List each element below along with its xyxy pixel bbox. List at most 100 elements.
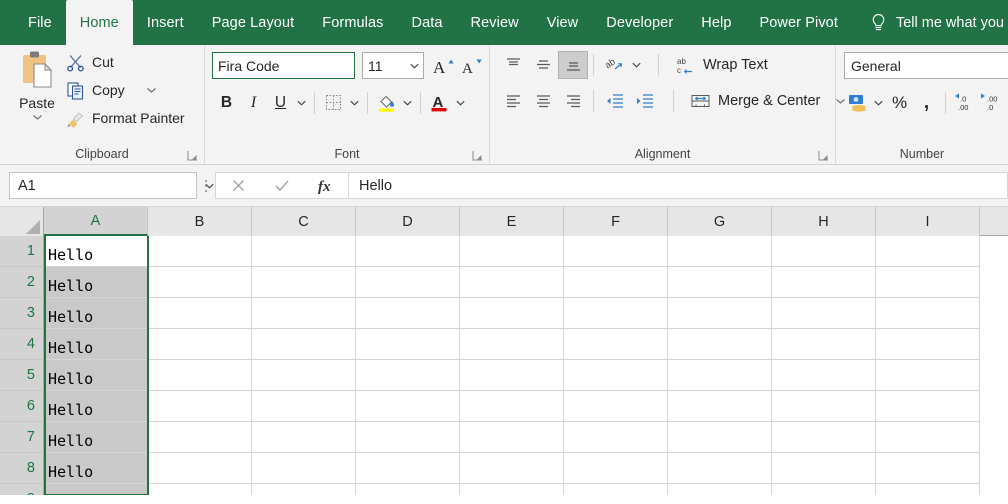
underline-dropdown-button[interactable] bbox=[294, 89, 309, 116]
row-header-3[interactable]: 3 bbox=[0, 298, 44, 329]
cell-i6[interactable] bbox=[876, 391, 980, 422]
row-header-1[interactable]: 1 bbox=[0, 236, 44, 267]
cell-e8[interactable] bbox=[460, 453, 564, 484]
column-header-d[interactable]: D bbox=[356, 207, 460, 236]
cell-d6[interactable] bbox=[356, 391, 460, 422]
cell-i1[interactable] bbox=[876, 236, 980, 267]
cell-b7[interactable] bbox=[148, 422, 252, 453]
cell-f1[interactable] bbox=[564, 236, 668, 267]
wrap-text-button[interactable]: ab c Wrap Text bbox=[671, 51, 772, 79]
cell-g8[interactable] bbox=[668, 453, 772, 484]
cell-d5[interactable] bbox=[356, 360, 460, 391]
bold-button[interactable]: B bbox=[213, 89, 240, 116]
cell-g2[interactable] bbox=[668, 267, 772, 298]
increase-decimal-button[interactable]: .00 .0 bbox=[978, 89, 1005, 116]
column-header-e[interactable]: E bbox=[460, 207, 564, 236]
column-header-h[interactable]: H bbox=[772, 207, 876, 236]
tab-developer[interactable]: Developer bbox=[592, 0, 687, 45]
cell-g1[interactable] bbox=[668, 236, 772, 267]
cell-a6[interactable]: Hello bbox=[44, 391, 148, 422]
cell-d4[interactable] bbox=[356, 329, 460, 360]
cell-a7[interactable]: Hello bbox=[44, 422, 148, 453]
cell-i7[interactable] bbox=[876, 422, 980, 453]
row-header-7[interactable]: 7 bbox=[0, 422, 44, 453]
column-header-f[interactable]: F bbox=[564, 207, 668, 236]
cell-e9[interactable] bbox=[460, 484, 564, 495]
cell-h3[interactable] bbox=[772, 298, 876, 329]
tab-view[interactable]: View bbox=[533, 0, 593, 45]
copy-button[interactable]: Copy bbox=[66, 77, 157, 103]
cell-b8[interactable] bbox=[148, 453, 252, 484]
number-format-input[interactable] bbox=[845, 53, 1008, 78]
tab-page-layout[interactable]: Page Layout bbox=[198, 0, 309, 45]
formula-bar-drag-handle[interactable] bbox=[197, 177, 215, 195]
cell-c6[interactable] bbox=[252, 391, 356, 422]
fill-color-dropdown-button[interactable] bbox=[400, 89, 415, 116]
align-bottom-button[interactable] bbox=[558, 51, 588, 79]
name-box[interactable] bbox=[9, 172, 214, 199]
font-dialog-launcher-icon[interactable] bbox=[472, 150, 483, 161]
tab-data[interactable]: Data bbox=[398, 0, 457, 45]
accounting-dropdown-button[interactable] bbox=[871, 89, 886, 116]
alignment-dialog-launcher-icon[interactable] bbox=[818, 150, 829, 161]
cell-f3[interactable] bbox=[564, 298, 668, 329]
cell-g7[interactable] bbox=[668, 422, 772, 453]
cell-h7[interactable] bbox=[772, 422, 876, 453]
orientation-dropdown-button[interactable] bbox=[629, 52, 644, 79]
font-size-dropdown-button[interactable] bbox=[406, 53, 423, 78]
cell-g4[interactable] bbox=[668, 329, 772, 360]
cell-d8[interactable] bbox=[356, 453, 460, 484]
comma-style-button[interactable]: , bbox=[913, 89, 940, 116]
cell-b5[interactable] bbox=[148, 360, 252, 391]
cell-c8[interactable] bbox=[252, 453, 356, 484]
tab-help[interactable]: Help bbox=[687, 0, 745, 45]
cell-c4[interactable] bbox=[252, 329, 356, 360]
font-color-button[interactable]: A bbox=[426, 89, 453, 116]
cell-c7[interactable] bbox=[252, 422, 356, 453]
enter-formula-button[interactable] bbox=[260, 173, 304, 198]
align-left-button[interactable] bbox=[498, 87, 528, 115]
align-right-button[interactable] bbox=[558, 87, 588, 115]
format-painter-button[interactable]: Format Painter bbox=[66, 105, 185, 131]
borders-dropdown-button[interactable] bbox=[347, 89, 362, 116]
select-all-corner-button[interactable] bbox=[0, 207, 44, 236]
cell-h1[interactable] bbox=[772, 236, 876, 267]
cell-f7[interactable] bbox=[564, 422, 668, 453]
cell-h5[interactable] bbox=[772, 360, 876, 391]
cell-h6[interactable] bbox=[772, 391, 876, 422]
cell-d7[interactable] bbox=[356, 422, 460, 453]
font-name-combobox[interactable] bbox=[212, 52, 409, 79]
row-header-2[interactable]: 2 bbox=[0, 267, 44, 298]
orientation-button[interactable]: ab bbox=[599, 51, 629, 79]
cell-b2[interactable] bbox=[148, 267, 252, 298]
cell-a2[interactable]: Hello bbox=[44, 267, 148, 298]
cell-a3[interactable]: Hello bbox=[44, 298, 148, 329]
tab-home[interactable]: Home bbox=[65, 0, 133, 45]
cell-c9[interactable] bbox=[252, 484, 356, 495]
cell-d9[interactable] bbox=[356, 484, 460, 495]
cell-e5[interactable] bbox=[460, 360, 564, 391]
formula-input[interactable] bbox=[349, 173, 1007, 198]
cell-f4[interactable] bbox=[564, 329, 668, 360]
cut-button[interactable]: Cut bbox=[66, 49, 114, 75]
cell-f8[interactable] bbox=[564, 453, 668, 484]
cell-b1[interactable] bbox=[148, 236, 252, 267]
align-center-button[interactable] bbox=[528, 87, 558, 115]
increase-font-size-button[interactable]: A bbox=[430, 54, 456, 78]
row-header-8[interactable]: 8 bbox=[0, 453, 44, 484]
percent-style-button[interactable]: % bbox=[886, 89, 913, 116]
cell-d3[interactable] bbox=[356, 298, 460, 329]
paste-button[interactable]: Paste bbox=[8, 47, 66, 133]
cell-g3[interactable] bbox=[668, 298, 772, 329]
cell-b6[interactable] bbox=[148, 391, 252, 422]
cell-e1[interactable] bbox=[460, 236, 564, 267]
cell-i9[interactable] bbox=[876, 484, 980, 495]
cell-a1[interactable]: Hello bbox=[44, 236, 148, 267]
cell-h8[interactable] bbox=[772, 453, 876, 484]
cell-i2[interactable] bbox=[876, 267, 980, 298]
align-middle-button[interactable] bbox=[528, 51, 558, 79]
clipboard-dialog-launcher-icon[interactable] bbox=[187, 150, 198, 161]
tab-formulas[interactable]: Formulas bbox=[308, 0, 397, 45]
column-header-c[interactable]: C bbox=[252, 207, 356, 236]
tell-me-search[interactable]: Tell me what you bbox=[870, 0, 1004, 45]
